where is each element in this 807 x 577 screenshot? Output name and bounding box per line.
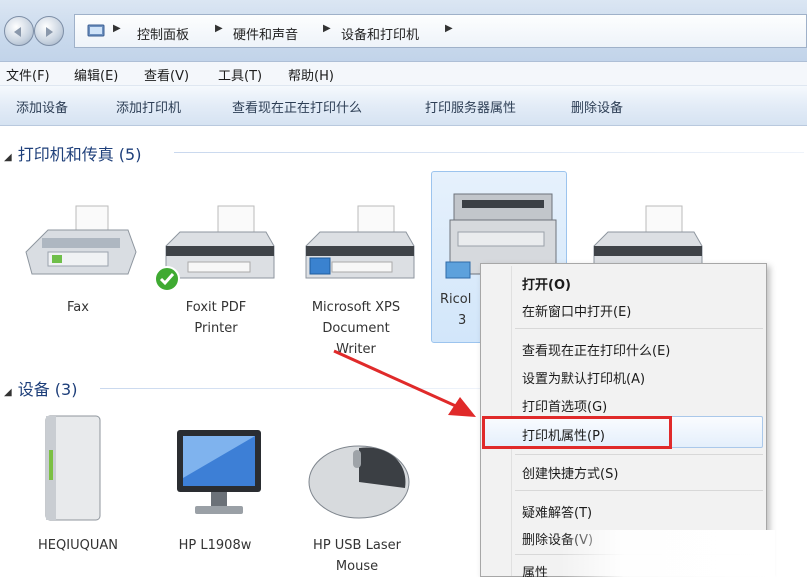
breadcrumb-hardware-sound[interactable]: 硬件和声音 — [233, 24, 298, 43]
menu-file[interactable]: 文件(F) — [6, 65, 50, 84]
device-fax[interactable]: Fax — [12, 200, 144, 318]
annotation-arrow — [333, 349, 476, 417]
device-label: HEQIUQUAN — [38, 538, 118, 553]
monitor-icon — [177, 430, 261, 514]
context-item-troubleshoot[interactable]: 疑难解答(T) — [522, 502, 592, 521]
menu-separator — [515, 490, 763, 491]
device-label-line1: Foxit PDF — [185, 300, 247, 315]
chevron-right-icon[interactable]: ▶ — [445, 23, 453, 34]
breadcrumb-devices-printers[interactable]: 设备和打印机 — [341, 24, 419, 43]
context-item-set-default-printer[interactable]: 设置为默认打印机(A) — [522, 368, 645, 387]
chevron-right-icon[interactable]: ▶ — [113, 23, 121, 34]
context-item-open[interactable]: 打开(O) — [522, 274, 571, 293]
menu-bar: 文件(F) 编辑(E) 查看(V) 工具(T) 帮助(H) — [0, 62, 807, 86]
back-button[interactable] — [4, 16, 34, 46]
add-device-button[interactable]: 添加设备 — [16, 97, 68, 116]
remove-device-button[interactable]: 删除设备 — [571, 97, 623, 116]
device-hp-usb-laser-mouse[interactable]: HP USB Laser Mouse — [292, 408, 422, 577]
add-printer-button[interactable]: 添加打印机 — [116, 97, 181, 116]
device-label-line2: Document — [322, 321, 390, 336]
forward-button[interactable] — [34, 16, 64, 46]
command-bar: 添加设备 添加打印机 查看现在正在打印什么 打印服务器属性 删除设备 — [0, 86, 807, 126]
group-title-printers: 打印机和传真 (5) — [17, 145, 142, 164]
breadcrumb-control-panel[interactable]: 控制面板 — [137, 24, 189, 43]
context-item-see-whats-printing[interactable]: 查看现在正在打印什么(E) — [522, 340, 670, 359]
chevron-right-icon[interactable]: ▶ — [215, 23, 223, 34]
menu-tools[interactable]: 工具(T) — [218, 65, 262, 84]
device-hp-l1908w[interactable]: HP L1908w — [150, 408, 280, 556]
device-label-line2: Mouse — [335, 559, 379, 574]
device-heqiuquan[interactable]: HEQIUQUAN — [14, 408, 142, 556]
chevron-right-icon[interactable]: ▶ — [323, 23, 331, 34]
context-item-open-new-window[interactable]: 在新窗口中打开(E) — [522, 301, 631, 320]
device-foxit-pdf-printer[interactable]: Foxit PDF Printer — [152, 200, 280, 339]
device-label-line1: Microsoft XPS — [311, 300, 401, 315]
context-item-create-shortcut[interactable]: 创建快捷方式(S) — [522, 463, 618, 482]
context-item-properties[interactable]: 属性 — [522, 562, 548, 577]
group-header-printers[interactable]: ◢ 打印机和传真 (5) — [4, 141, 141, 165]
group-header-devices[interactable]: ◢ 设备 (3) — [4, 376, 77, 400]
menu-separator — [515, 328, 763, 329]
printer-icon — [305, 205, 415, 279]
address-bar[interactable]: ▶ 控制面板 ▶ 硬件和声音 ▶ 设备和打印机 ▶ — [74, 14, 807, 48]
group-divider — [174, 152, 804, 153]
device-label: HP L1908w — [178, 538, 252, 553]
collapse-triangle-icon[interactable]: ◢ — [4, 152, 12, 163]
see-whats-printing-button[interactable]: 查看现在正在打印什么 — [232, 97, 362, 116]
device-microsoft-xps-writer[interactable]: Microsoft XPS Document Writer — [292, 200, 420, 360]
print-server-properties-button[interactable]: 打印服务器属性 — [425, 97, 516, 116]
mouse-icon — [308, 445, 410, 519]
collapse-triangle-icon[interactable]: ◢ — [4, 387, 12, 398]
device-label-line1: HP USB Laser — [313, 538, 401, 553]
annotation-highlight-box — [482, 416, 672, 449]
control-panel-icon — [87, 24, 105, 37]
menu-help[interactable]: 帮助(H) — [288, 65, 334, 84]
context-item-printing-preferences[interactable]: 打印首选项(G) — [522, 396, 607, 415]
computer-tower-icon — [45, 415, 101, 521]
fax-icon — [25, 205, 137, 275]
device-label: Fax — [67, 300, 89, 315]
address-bar-area: ▶ 控制面板 ▶ 硬件和声音 ▶ 设备和打印机 ▶ — [0, 0, 807, 62]
device-label-line2: Printer — [194, 321, 238, 336]
menu-separator — [515, 454, 763, 455]
watermark-blur — [560, 530, 775, 577]
menu-view[interactable]: 查看(V) — [144, 65, 189, 84]
default-check-icon — [154, 266, 180, 292]
group-title-devices: 设备 (3) — [17, 380, 78, 399]
menu-edit[interactable]: 编辑(E) — [74, 65, 118, 84]
printer-icon — [593, 205, 703, 271]
